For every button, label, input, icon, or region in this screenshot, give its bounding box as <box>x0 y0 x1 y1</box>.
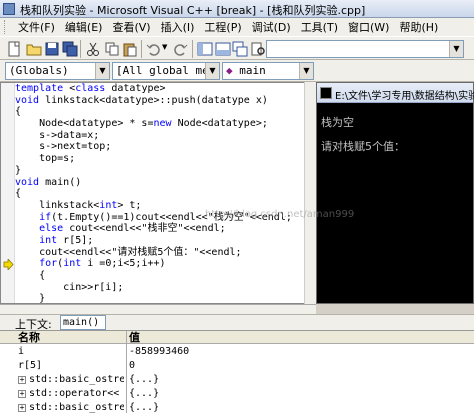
console-title: E:\文件\学习专用\数据结构\实验\ <box>335 91 474 102</box>
menu-file[interactable]: 文件(F) <box>13 19 60 35</box>
code-editor[interactable]: template <class datatype> void linkstack<… <box>0 82 316 304</box>
variables-panel[interactable]: 名称 值 i -858993460 r[5] 0 + std::basic_ostrea{… <box>0 330 474 413</box>
code-line[interactable]: { <box>15 106 315 118</box>
context-combo[interactable]: main() <box>60 315 106 330</box>
function-icon: ◆ <box>226 64 233 77</box>
chevron-down-icon[interactable]: ▼ <box>449 41 463 57</box>
console-output: 栈为空 请对栈赋5个值： <box>321 111 471 159</box>
find-combo[interactable]: ▼ <box>266 40 464 58</box>
menu-window[interactable]: 窗口(W) <box>343 19 394 35</box>
cut-icon[interactable] <box>85 41 101 57</box>
variable-value: -858993460 <box>129 346 190 357</box>
console-icon <box>320 87 332 99</box>
open-folder-icon[interactable] <box>26 41 42 57</box>
code-line[interactable]: template <class datatype> <box>15 83 315 95</box>
redo-icon[interactable] <box>172 41 188 57</box>
paste-icon[interactable] <box>122 41 138 57</box>
console-line: 栈为空 <box>321 116 354 129</box>
code-line[interactable]: { <box>15 188 315 200</box>
chevron-down-icon[interactable]: ▼ <box>95 63 109 79</box>
windows-list-icon[interactable] <box>232 41 248 57</box>
menu-insert[interactable]: 插入(I) <box>156 19 200 35</box>
wizard-bar: (Globals) ▼ [All global members ▼ ◆ main… <box>0 60 474 82</box>
code-line[interactable]: int r[5]; <box>15 235 315 247</box>
standard-toolbar: ▼ ▼ <box>0 36 474 60</box>
menu-debug[interactable]: 调试(D) <box>247 19 296 35</box>
variable-name: std::basic_ostrea <box>29 374 124 385</box>
code-line[interactable]: void main() <box>15 177 315 189</box>
title-bar: 栈和队列实验 - Microsoft Visual C++ [break] - … <box>0 0 474 18</box>
new-file-icon[interactable] <box>6 41 22 57</box>
variable-row[interactable]: r[5] 0 <box>0 359 474 373</box>
menu-project[interactable]: 工程(P) <box>199 19 246 35</box>
expand-icon[interactable]: + <box>18 404 26 412</box>
console-title-bar[interactable]: E:\文件\学习专用\数据结构\实验\ <box>317 83 474 103</box>
menu-view[interactable]: 查看(V) <box>107 19 155 35</box>
console-window[interactable]: E:\文件\学习专用\数据结构\实验\ 栈为空 请对栈赋5个值： <box>316 82 474 304</box>
editor-vertical-scrollbar[interactable] <box>304 82 316 304</box>
copy-icon[interactable] <box>104 41 120 57</box>
menu-edit[interactable]: 编辑(E) <box>60 19 108 35</box>
code-line[interactable]: for(int i =0;i<5;i++) <box>15 258 315 270</box>
variable-row[interactable]: + std::operator<< r {...} <box>0 387 474 401</box>
editor-horizontal-scrollbar[interactable] <box>0 304 316 314</box>
code-line[interactable]: } <box>15 293 315 303</box>
code-line[interactable]: else cout<<endl<<"栈非空"<<endl; <box>15 223 315 235</box>
variable-name: r[5] <box>18 360 43 371</box>
code-line[interactable]: } <box>15 165 315 177</box>
next-statement-arrow-icon <box>3 258 14 270</box>
code-line[interactable]: { <box>15 270 315 282</box>
expand-icon[interactable]: + <box>18 390 26 398</box>
variable-value: {...} <box>129 374 160 385</box>
code-line[interactable]: void linkstack<datatype>::push(datatype … <box>15 95 315 107</box>
function-value: main <box>239 64 266 77</box>
variable-row[interactable]: i -858993460 <box>0 345 474 359</box>
watermark: http://blog.csdn.net/aman999 <box>205 209 355 220</box>
context-bar: 上下文: main() <box>0 314 474 331</box>
menu-tools[interactable]: 工具(T) <box>296 19 343 35</box>
variable-row[interactable]: + std::basic_ostrea {...} <box>0 401 474 413</box>
function-combo[interactable]: ◆ main ▼ <box>222 62 314 80</box>
editor-gutter[interactable] <box>1 83 15 303</box>
code-line[interactable]: cin>>r[i]; <box>15 282 315 294</box>
menu-help[interactable]: 帮助(H) <box>394 19 443 35</box>
save-icon[interactable] <box>44 41 60 57</box>
chevron-down-icon[interactable]: ▼ <box>299 63 313 79</box>
code-line[interactable]: top=s; <box>15 153 315 165</box>
toolbar-separator <box>192 40 193 58</box>
toolbar-separator <box>141 40 142 58</box>
code-lines[interactable]: template <class datatype> void linkstack<… <box>15 83 315 303</box>
variables-header: 名称 值 <box>0 331 474 344</box>
column-name-header[interactable]: 名称 <box>18 331 40 344</box>
undo-icon[interactable] <box>146 41 162 57</box>
expand-icon[interactable]: + <box>18 376 26 384</box>
variable-value: {...} <box>129 402 160 413</box>
code-line[interactable]: s->data=x; <box>15 130 315 142</box>
scope-value: (Globals) <box>9 64 69 77</box>
code-line[interactable]: Node<datatype> * s=new Node<datatype>; <box>15 118 315 130</box>
menu-grip[interactable] <box>4 20 7 34</box>
variable-value: 0 <box>129 360 136 371</box>
console-line: 请对栈赋5个值： <box>321 140 405 153</box>
variable-value: {...} <box>129 388 160 399</box>
column-value-header[interactable]: 值 <box>129 331 140 344</box>
undo-dropdown-icon[interactable]: ▼ <box>162 43 167 51</box>
variable-row[interactable]: + std::basic_ostrea {...} <box>0 373 474 387</box>
scope-combo[interactable]: (Globals) ▼ <box>5 62 110 80</box>
save-all-icon[interactable] <box>62 41 78 57</box>
app-icon <box>3 3 15 15</box>
variable-name: std::operator<< r <box>29 388 124 399</box>
code-line[interactable]: s->next=top; <box>15 141 315 153</box>
output-icon[interactable] <box>215 41 231 57</box>
members-combo[interactable]: [All global members ▼ <box>112 62 220 80</box>
toolbar-separator <box>80 40 81 58</box>
menu-bar: 文件(F) 编辑(E) 查看(V) 插入(I) 工程(P) 调试(D) 工具(T… <box>0 18 474 36</box>
find-in-files-icon[interactable] <box>250 41 266 57</box>
workspace-icon[interactable] <box>197 41 213 57</box>
chevron-down-icon[interactable]: ▼ <box>205 63 219 79</box>
window-title: 栈和队列实验 - Microsoft Visual C++ [break] - … <box>20 4 366 17</box>
variable-name: i <box>18 346 25 357</box>
code-line[interactable]: cout<<endl<<"请对栈赋5个值："<<endl; <box>15 247 315 259</box>
variable-name: std::basic_ostrea <box>29 402 124 413</box>
